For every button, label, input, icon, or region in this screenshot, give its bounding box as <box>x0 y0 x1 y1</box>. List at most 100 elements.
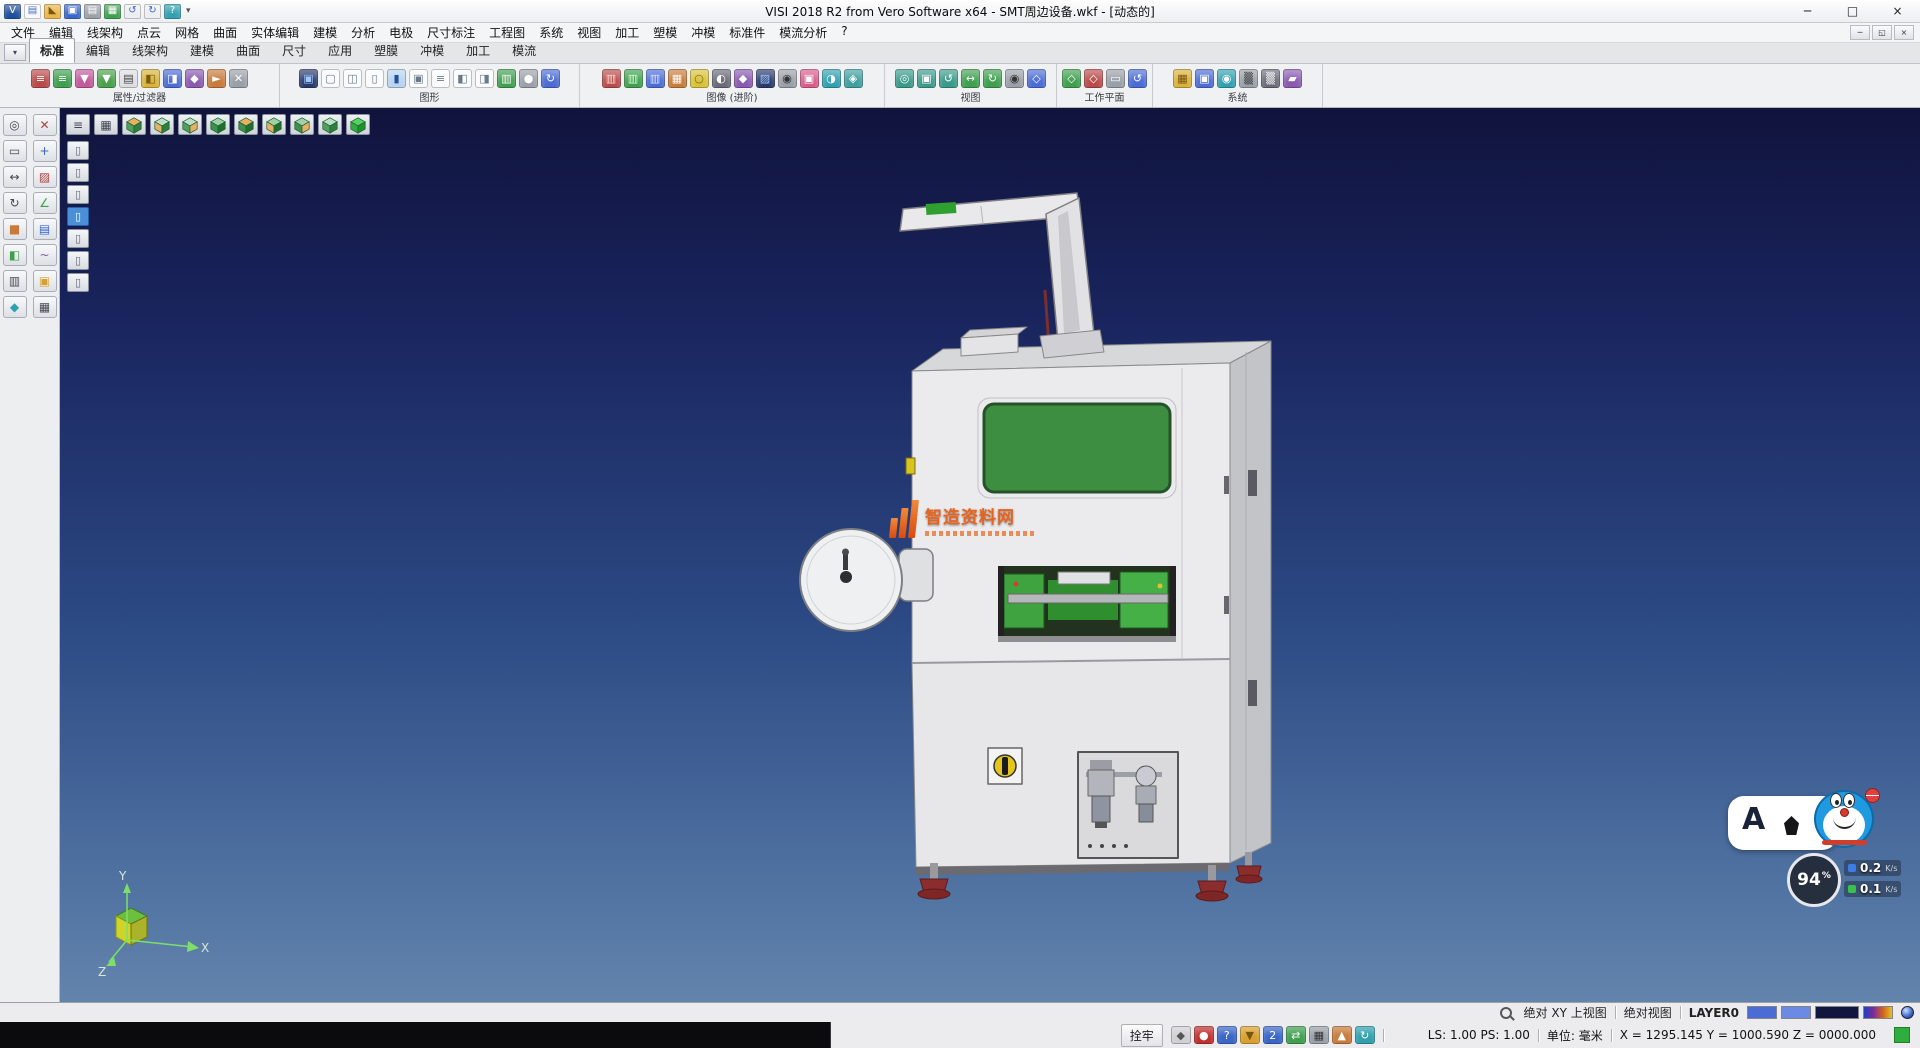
cascade-windows-icon[interactable]: ◨ <box>475 69 494 88</box>
split-window-icon[interactable]: ◫ <box>343 69 362 88</box>
print-icon[interactable]: ▤ <box>84 4 101 19</box>
zoom-window-icon[interactable]: ▣ <box>917 69 936 88</box>
clipboard-tool-icon[interactable]: ▯ <box>67 141 89 160</box>
menu-item[interactable]: 塑模 <box>646 22 684 43</box>
percent-badge[interactable]: 94 % <box>1787 853 1841 907</box>
rotate-tool-icon[interactable]: ↻ <box>3 192 27 214</box>
model-canvas[interactable]: Y X Z <box>60 108 1920 1002</box>
filter-add-icon[interactable]: ▼ <box>75 69 94 88</box>
refresh-graphics-icon[interactable]: ↻ <box>541 69 560 88</box>
ribbon-tab[interactable]: 模流 <box>501 38 547 63</box>
new-window-icon[interactable]: ▣ <box>299 69 318 88</box>
view-iso-cube[interactable] <box>206 114 230 135</box>
color-swatch[interactable] <box>1747 1006 1777 1019</box>
clipboard-tool-icon[interactable]: ▯ <box>67 273 89 292</box>
mesh-icon[interactable]: ▦ <box>1309 1026 1329 1044</box>
folder-icon[interactable]: ▼ <box>1240 1026 1260 1044</box>
ribbon-tab[interactable]: 编辑 <box>75 38 121 63</box>
ribbon-tab[interactable]: 标准 <box>29 38 75 63</box>
app-logo-icon[interactable]: V <box>4 4 21 19</box>
shading-blue-icon[interactable]: ▥ <box>646 69 665 88</box>
open-file-icon[interactable]: ◣ <box>44 4 61 19</box>
workplane-view-icon[interactable]: ▭ <box>1106 69 1125 88</box>
reset-workplane-icon[interactable]: ↺ <box>1128 69 1147 88</box>
solid-tool-icon[interactable]: ■ <box>3 218 27 240</box>
clipboard-tool-icon[interactable]: ▯ <box>67 207 89 226</box>
menu-item[interactable]: ? <box>834 22 854 43</box>
view-left-cube[interactable] <box>262 114 286 135</box>
absolute-view-label[interactable]: 绝对视图 <box>1624 1004 1672 1021</box>
regen-icon[interactable]: ↻ <box>1355 1026 1375 1044</box>
isometric-view-icon[interactable]: ◇ <box>1027 69 1046 88</box>
align-workplane-icon[interactable]: ◇ <box>1084 69 1103 88</box>
graphics-settings-icon[interactable]: ● <box>519 69 538 88</box>
ribbon-tab[interactable]: 尺寸 <box>271 38 317 63</box>
delete-tool-icon[interactable]: ✕ <box>33 114 57 136</box>
mdi-minimize-button[interactable]: ─ <box>1850 25 1870 40</box>
blank-page-icon[interactable]: ▯ <box>365 69 384 88</box>
edit-attributes-icon[interactable]: ≡ <box>31 69 50 88</box>
ribbon-tab[interactable]: 加工 <box>455 38 501 63</box>
new-workplane-icon[interactable]: ◇ <box>1062 69 1081 88</box>
ribbon-tab[interactable]: 曲面 <box>225 38 271 63</box>
camera-icon[interactable]: ◉ <box>778 69 797 88</box>
color-swatch[interactable] <box>1781 1006 1811 1019</box>
globe-icon[interactable]: ◉ <box>1217 69 1236 88</box>
search-icon[interactable] <box>1500 1007 1512 1019</box>
redo-icon[interactable]: ↻ <box>144 4 161 19</box>
help-icon[interactable]: ? <box>164 4 181 19</box>
new-file-icon[interactable]: ▤ <box>24 4 41 19</box>
copy-attributes-icon[interactable]: ≡ <box>53 69 72 88</box>
layer2-icon[interactable]: 2 <box>1263 1026 1283 1044</box>
display-config-icon[interactable]: ▣ <box>1195 69 1214 88</box>
page-list-icon[interactable]: ≡ <box>431 69 450 88</box>
lock-toggle[interactable]: 拴牢 <box>1121 1024 1163 1047</box>
active-layer-label[interactable]: LAYER0 <box>1689 1006 1739 1020</box>
tab-dropdown-icon[interactable]: ▾ <box>4 44 26 61</box>
clipboard-tool-icon[interactable]: ▯ <box>67 229 89 248</box>
zoom-all-icon[interactable]: ◎ <box>895 69 914 88</box>
menu-item[interactable]: 冲模 <box>684 22 722 43</box>
curve-tool-icon[interactable]: ~ <box>33 244 57 266</box>
single-window-icon[interactable]: ▢ <box>321 69 340 88</box>
view-top-cube[interactable] <box>122 114 146 135</box>
ribbon-tab[interactable]: 塑膜 <box>363 38 409 63</box>
ime-overlay[interactable]: A <box>1728 790 1880 862</box>
menu-item[interactable]: 标准件 <box>722 22 772 43</box>
filter-remove-icon[interactable]: ▼ <box>97 69 116 88</box>
color-palette-icon[interactable]: ▦ <box>1173 69 1192 88</box>
save-file-icon[interactable]: ▣ <box>64 4 81 19</box>
maximize-button[interactable]: □ <box>1830 0 1875 22</box>
grid-view-icon[interactable]: ▦ <box>94 114 118 135</box>
library-tool-icon[interactable]: ▦ <box>33 296 57 318</box>
shading-green-icon[interactable]: ▥ <box>624 69 643 88</box>
clipboard-tool-icon[interactable]: ▯ <box>67 185 89 204</box>
zoom-previous-icon[interactable]: ↺ <box>939 69 958 88</box>
sheet-tool-icon[interactable]: ▤ <box>33 218 57 240</box>
texture-icon[interactable]: ▦ <box>668 69 687 88</box>
shadow-icon[interactable]: ◐ <box>712 69 731 88</box>
render-sphere-icon[interactable] <box>1901 1006 1914 1019</box>
menu-item[interactable]: 视图 <box>570 22 608 43</box>
point-edit-icon[interactable]: + <box>33 140 57 162</box>
shaded-view-cube-icon[interactable] <box>346 114 370 135</box>
pan-view-icon[interactable]: ↔ <box>961 69 980 88</box>
tile-windows-icon[interactable]: ◧ <box>453 69 472 88</box>
surface-tool-icon[interactable]: ◧ <box>3 244 27 266</box>
reset-filter-icon[interactable]: ✕ <box>229 69 248 88</box>
units-readout[interactable]: 单位: 毫米 <box>1547 1027 1603 1044</box>
quick-select-icon[interactable]: ► <box>207 69 226 88</box>
ribbon-tab[interactable]: 线架构 <box>121 38 179 63</box>
view-front-cube[interactable] <box>150 114 174 135</box>
notes-tool-icon[interactable]: ▣ <box>33 270 57 292</box>
effects-icon[interactable]: ◈ <box>844 69 863 88</box>
type-filter-icon[interactable]: ◨ <box>163 69 182 88</box>
active-page-icon[interactable]: ▮ <box>387 69 406 88</box>
pyramid-icon[interactable]: ▲ <box>1332 1026 1352 1044</box>
help-status-icon[interactable]: ? <box>1217 1026 1237 1044</box>
ribbon-tab[interactable]: 应用 <box>317 38 363 63</box>
material-icon[interactable]: ◆ <box>734 69 753 88</box>
window-select-icon[interactable]: ▭ <box>3 140 27 162</box>
mdi-close-button[interactable]: × <box>1894 25 1914 40</box>
color-swatch[interactable] <box>1815 1006 1859 1019</box>
